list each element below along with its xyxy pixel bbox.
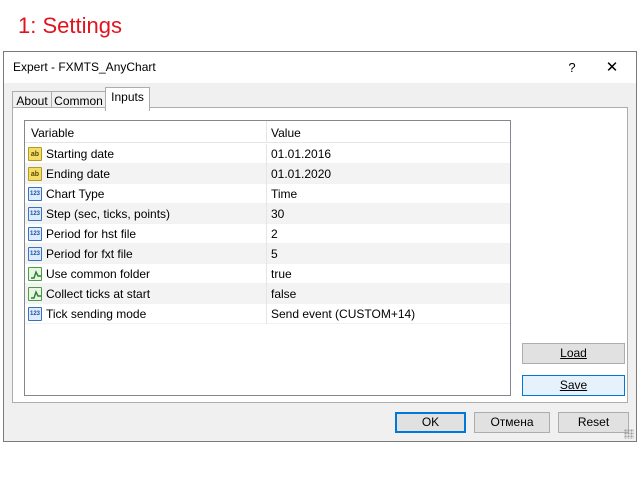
variable-name: Period for fxt file [46,247,133,261]
column-divider [266,304,267,324]
variable-value[interactable]: Send event (CUSTOM+14) [271,307,415,321]
column-header-value[interactable]: Value [271,126,301,140]
boolean-type-icon [28,267,42,281]
table-row[interactable]: 123 Period for fxt file 5 [25,244,510,264]
page-heading: 1: Settings [18,13,122,38]
table-row[interactable]: ab Starting date 01.01.2016 [25,144,510,164]
variable-value[interactable]: Time [271,187,297,201]
variable-value[interactable]: 01.01.2016 [271,147,331,161]
number-type-icon: 123 [28,247,42,261]
variable-value[interactable]: 30 [271,207,284,221]
column-divider [266,244,267,264]
inputs-table[interactable]: Variable Value ab Starting date 01.01.2016… [24,120,511,396]
table-row[interactable]: 123 Chart Type Time [25,184,510,204]
table-row[interactable]: Collect ticks at start false [25,284,510,304]
number-type-icon: 123 [28,307,42,321]
table-row[interactable]: 123 Period for hst file 2 [25,224,510,244]
resize-grip[interactable] [624,429,634,439]
variable-name: Tick sending mode [46,307,147,321]
ok-button[interactable]: OK [395,412,466,433]
column-header-variable[interactable]: Variable [31,126,74,140]
expert-dialog: Expert - FXMTS_AnyChart ? ✕ About Common… [3,51,637,442]
save-button[interactable]: Save [522,375,625,396]
column-divider [266,164,267,184]
column-divider [266,184,267,204]
string-type-icon: ab [28,167,42,181]
table-row[interactable]: Use common folder true [25,264,510,284]
column-divider [266,144,267,164]
column-divider [266,224,267,244]
variable-value[interactable]: 2 [271,227,278,241]
table-row[interactable]: ab Ending date 01.01.2020 [25,164,510,184]
number-type-icon: 123 [28,207,42,221]
variable-name: Period for hst file [46,227,137,241]
column-divider[interactable] [266,121,267,143]
variable-value[interactable]: 5 [271,247,278,261]
inputs-panel: Variable Value ab Starting date 01.01.2016… [12,107,628,403]
variable-name: Chart Type [46,187,105,201]
help-button[interactable]: ? [562,58,582,78]
load-button[interactable]: Load [522,343,625,364]
variable-value[interactable]: true [271,267,292,281]
variable-name: Ending date [46,167,111,181]
load-button-label: Load [560,346,587,360]
column-divider [266,284,267,304]
variable-value[interactable]: false [271,287,296,301]
column-divider [266,264,267,284]
close-button[interactable]: ✕ [601,58,623,78]
number-type-icon: 123 [28,187,42,201]
variable-name: Step (sec, ticks, points) [46,207,171,221]
cancel-button[interactable]: Отмена [474,412,550,433]
tab-inputs[interactable]: Inputs [105,87,150,111]
variable-name: Collect ticks at start [46,287,151,301]
boolean-type-icon [28,287,42,301]
variable-value[interactable]: 01.01.2020 [271,167,331,181]
number-type-icon: 123 [28,227,42,241]
save-button-label: Save [559,378,588,392]
title-bar[interactable]: Expert - FXMTS_AnyChart ? ✕ [4,52,636,83]
column-divider [266,204,267,224]
window-title: Expert - FXMTS_AnyChart [13,60,156,74]
string-type-icon: ab [28,147,42,161]
table-row[interactable]: 123 Step (sec, ticks, points) 30 [25,204,510,224]
variable-name: Use common folder [46,267,151,281]
variable-name: Starting date [46,147,115,161]
table-row[interactable]: 123 Tick sending mode Send event (CUSTOM+1… [25,304,510,324]
reset-button[interactable]: Reset [558,412,629,433]
table-header: Variable Value [25,121,510,143]
